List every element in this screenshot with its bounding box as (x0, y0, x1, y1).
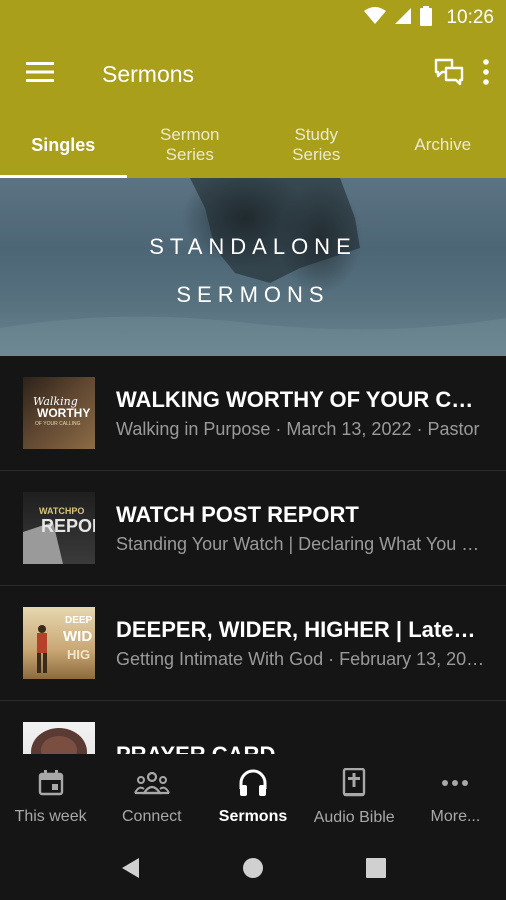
more-horiz-icon (440, 769, 470, 802)
list-item[interactable]: WATCHPO REPOR WATCH POST REPORT Standing… (0, 471, 506, 586)
thumbnail-text: HIG (67, 647, 90, 662)
sermon-thumbnail: DEEP WID HIG (23, 607, 95, 679)
status-time: 10:26 (446, 7, 494, 28)
nav-label: Sermons (218, 807, 288, 825)
thumbnail-text: REPOR (41, 516, 95, 536)
sermon-list: Walking WORTHY OF YOUR CALLING WALKING W… (0, 356, 506, 754)
thumbnail-text: WORTHY (37, 406, 90, 420)
nav-label: This week (14, 807, 87, 825)
headphones-icon (238, 769, 268, 802)
sermon-subtitle: Getting Intimate With God · February 13,… (116, 648, 486, 669)
list-item[interactable]: DEEP WID HIG DEEPER, WIDER, HIGHER | Lat… (0, 586, 506, 701)
system-navigation-bar (0, 840, 506, 900)
list-item[interactable]: Walking WORTHY OF YOUR CALLING WALKING W… (0, 356, 506, 471)
bible-icon (342, 767, 366, 803)
more-vert-icon (482, 58, 490, 90)
nav-label: More... (430, 807, 481, 825)
list-item[interactable]: PRAYER CARD (0, 701, 506, 754)
recents-icon[interactable] (365, 857, 387, 884)
nav-audio-bible[interactable]: Audio Bible (304, 754, 405, 840)
status-bar: 10:26 (0, 0, 506, 36)
hero-title-line2: SERMONS (176, 282, 330, 307)
sermon-title: PRAYER CARD (116, 742, 486, 754)
thumbnail-text: OF YOUR CALLING (35, 421, 81, 427)
battery-icon (420, 5, 433, 31)
nav-more[interactable]: More... (405, 754, 506, 840)
tab-singles[interactable]: Singles (0, 112, 127, 178)
nav-connect[interactable]: Connect (101, 754, 202, 840)
nav-label: Audio Bible (313, 808, 395, 826)
signal-icon (394, 7, 412, 30)
sermon-thumbnail (23, 722, 95, 754)
sermon-title: WATCH POST REPORT (116, 501, 359, 527)
tab-archive[interactable]: Archive (380, 112, 506, 178)
sermon-subtitle: Standing Your Watch | Declaring What You… (116, 533, 486, 554)
sermon-title: DEEPER, WIDER, HIGHER | Latest Sermon (116, 616, 486, 642)
chat-button[interactable] (434, 58, 464, 91)
calendar-icon (37, 769, 65, 802)
tab-bar: Singles Sermon Series Study Series Archi… (0, 112, 506, 178)
hero-banner[interactable]: STANDALONE SERMONS (0, 178, 506, 356)
hero-background-image (0, 178, 506, 356)
tab-label: Study Series (292, 125, 341, 164)
back-icon[interactable] (119, 856, 141, 885)
sermon-title: WALKING WORTHY OF YOUR CALLING (116, 386, 486, 412)
people-icon (133, 769, 170, 802)
home-icon[interactable] (241, 856, 265, 885)
wifi-icon (364, 6, 387, 30)
overflow-menu-button[interactable] (482, 58, 490, 90)
sermon-thumbnail: WATCHPO REPOR (23, 492, 95, 564)
hamburger-menu-icon (26, 61, 54, 87)
tab-label: Singles (31, 135, 96, 155)
thumbnail-text: DEEP (65, 615, 93, 626)
sermon-thumbnail: Walking WORTHY OF YOUR CALLING (23, 377, 95, 449)
nav-label: Connect (122, 807, 182, 825)
nav-sermons[interactable]: Sermons (202, 754, 303, 840)
hero-title-line1: STANDALONE (149, 234, 357, 259)
tab-label: Sermon Series (159, 125, 220, 164)
bottom-navigation: This week Connect Sermons Audio Bible Mo… (0, 754, 506, 840)
tab-sermon-series[interactable]: Sermon Series (127, 112, 254, 178)
nav-this-week[interactable]: This week (0, 754, 101, 840)
tab-study-series[interactable]: Study Series (253, 112, 380, 178)
sermon-subtitle: Walking in Purpose · March 13, 2022 · Pa… (116, 418, 480, 439)
menu-button[interactable] (20, 54, 60, 94)
tab-label: Archive (414, 135, 472, 154)
chat-bubbles-icon (434, 58, 464, 91)
thumbnail-text: WID (63, 628, 92, 645)
thumbnail-text: WATCHPO (39, 506, 84, 516)
app-bar: Sermons (0, 36, 506, 112)
page-title: Sermons (102, 60, 195, 87)
